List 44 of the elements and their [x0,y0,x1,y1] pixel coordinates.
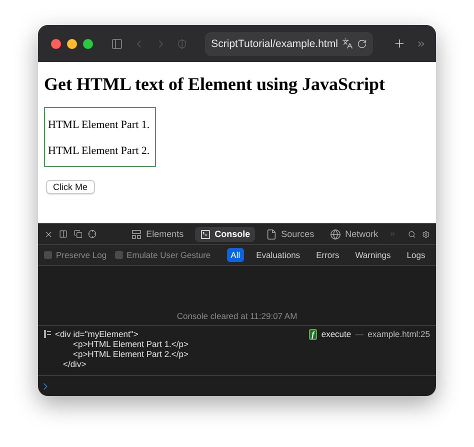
close-button[interactable] [51,38,61,48]
page-heading: Get HTML text of Element using JavaScript [44,74,385,95]
checkbox[interactable] [114,251,123,259]
sidebar-icon[interactable] [111,36,123,50]
layout-icon [131,228,142,240]
code-line: <p>HTML Element Part 2.</p> [73,349,190,359]
translate-icon[interactable] [342,38,353,49]
filter-button[interactable]: Warnings [351,248,395,262]
checkbox[interactable] [44,251,52,259]
crosshair-icon[interactable] [88,228,97,240]
filter-button[interactable]: All [226,248,244,262]
file-icon [266,228,278,240]
settings-icon[interactable] [422,228,430,240]
console-message: Console cleared at 11:29:07 AM [176,311,298,321]
reload-icon[interactable] [356,38,367,48]
filter-button[interactable]: Logs [402,248,430,262]
function-name: execute [321,329,352,339]
globe-icon [330,228,342,240]
devtools-tab[interactable]: Elements [126,226,189,242]
separator-dash: — [355,329,364,339]
copy-icon[interactable] [74,228,82,240]
devtools-tab[interactable]: Network [325,226,384,242]
code-line: </div> [63,359,88,369]
filter-button[interactable]: Errors [312,248,344,262]
filter-button[interactable]: Evaluations [252,248,304,262]
code-line: <p>HTML Element Part 1.</p> [73,339,190,349]
paragraph: HTML Element Part 1. [48,119,150,131]
log-icon [44,330,51,338]
function-badge: f [308,329,318,340]
checkbox-label: Preserve Log [56,250,107,260]
paragraph: HTML Element Part 2. [48,145,150,157]
url-text: ScriptTutorial/example.html [211,38,338,50]
code-line: <div id="myElement"> [55,329,140,339]
search-icon[interactable] [408,228,416,240]
zoom-button[interactable] [83,38,93,48]
terminal-icon [200,228,211,240]
minimize-button[interactable] [67,38,77,48]
address-bar[interactable]: ScriptTutorial/example.html [205,32,373,56]
devtools-tab[interactable]: Sources [261,226,320,242]
checkbox-label: Emulate User Gesture [126,250,211,260]
source-link[interactable]: example.html:25 [368,329,430,339]
click-button[interactable]: Click Me [46,180,95,194]
columns-icon[interactable] [59,228,68,240]
devtools-tab[interactable]: Console [194,226,256,242]
